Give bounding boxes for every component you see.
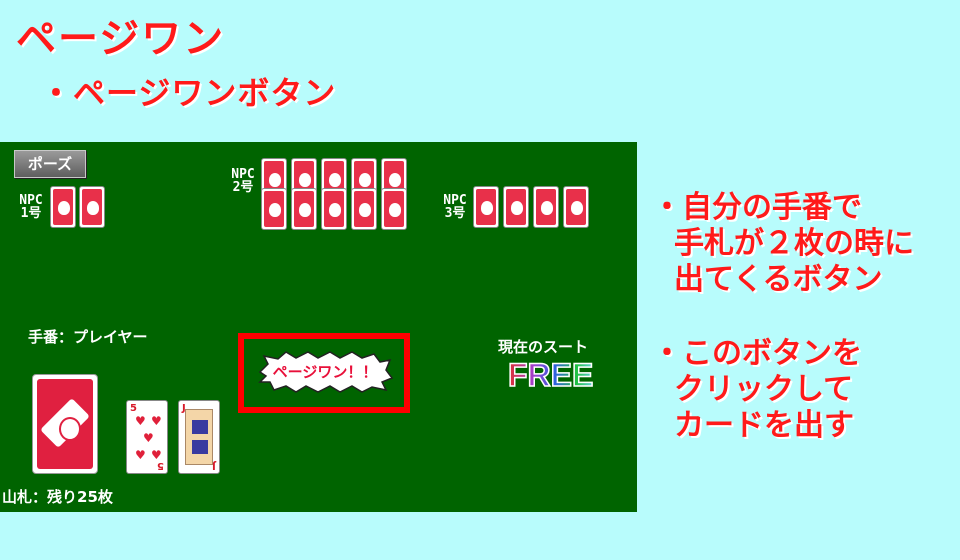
heart-icon: ♥: [143, 431, 154, 445]
note-1: ・自分の手番で 手札が２枚の時に 出てくるボタン: [652, 190, 914, 298]
current-suit-label: 現在のスート: [498, 338, 589, 356]
deck-count: 山札：残り25枚: [2, 488, 113, 506]
note-2-line-3: カードを出す: [674, 408, 854, 443]
page-title: ページワン: [16, 16, 226, 62]
npc3-card-back-icon: [503, 186, 529, 228]
free-suit-logo: FREE: [507, 356, 594, 394]
npc3-card-back-icon: [533, 186, 559, 228]
bunny-deck-icon: [37, 379, 93, 469]
npc1-label-text: NPC 1号: [19, 193, 43, 221]
heart-icon: ♥: [151, 414, 162, 428]
heart-icon: ♥: [135, 448, 146, 462]
npc2-card-back-icon: [261, 188, 287, 230]
heart-icon: ♥: [151, 448, 162, 462]
npc2-card-back-icon: [381, 188, 407, 230]
page-one-button[interactable]: ページワン！！: [256, 350, 394, 394]
current-suit-value-text: FREE: [508, 357, 593, 392]
npc2-label-text: NPC 2号: [231, 167, 255, 195]
note-1-line-3: 出てくるボタン: [674, 262, 883, 297]
note-2-line-1: ・このボタンを: [652, 336, 862, 371]
heart-icon: ♥: [135, 414, 146, 428]
npc3-label-text: NPC 3号: [443, 193, 467, 221]
npc2-card-back-icon: [351, 188, 377, 230]
npc2-label: NPC 2号: [226, 168, 260, 194]
current-suit-value: FREE: [506, 356, 596, 400]
note-2-line-2: クリックして: [674, 372, 854, 407]
page-one-button-label: ページワン！！: [272, 363, 378, 381]
draw-pile[interactable]: [32, 374, 98, 474]
npc2-card-back-icon: [321, 188, 347, 230]
jack-face-icon: [185, 409, 213, 465]
note-1-line-1: ・自分の手番で: [652, 190, 862, 225]
npc1-card-back-icon: [79, 186, 105, 228]
npc3-label: NPC 3号: [438, 194, 472, 220]
card-rank: J: [212, 460, 216, 471]
hand-card-j-hearts[interactable]: J J: [178, 400, 220, 474]
npc2-card-back-icon: [291, 188, 317, 230]
hand-card-5-hearts[interactable]: 5 5 ♥ ♥ ♥ ♥ ♥: [126, 400, 168, 474]
card-rank: 5: [130, 403, 137, 414]
note-1-line-2: 手札が２枚の時に: [674, 226, 914, 261]
game-board: ポーズ NPC 1号 NPC 2号 NPC 3号 手番：プレイヤー 山札：残り2…: [0, 142, 637, 512]
npc3-card-back-icon: [473, 186, 499, 228]
npc3-card-back-icon: [563, 186, 589, 228]
turn-indicator: 手番：プレイヤー: [28, 328, 148, 346]
npc1-label: NPC 1号: [14, 194, 48, 220]
npc1-card-back-icon: [50, 186, 76, 228]
pause-button[interactable]: ポーズ: [14, 150, 86, 178]
page-subtitle: ・ページワンボタン: [40, 74, 337, 112]
note-2: ・このボタンを クリックして カードを出す: [652, 336, 862, 444]
